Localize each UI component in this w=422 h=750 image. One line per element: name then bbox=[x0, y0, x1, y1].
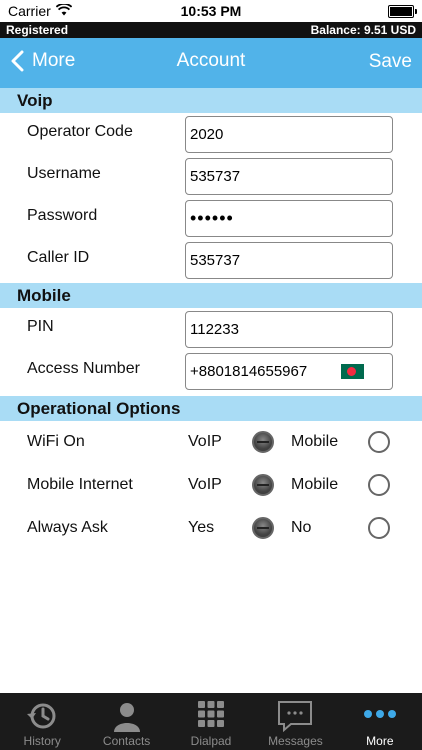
tab-history[interactable]: History bbox=[0, 693, 84, 750]
navigation-bar: More Account Save bbox=[0, 38, 422, 88]
pin-input[interactable]: 112233 bbox=[185, 311, 393, 348]
section-header-voip: Voip bbox=[0, 88, 422, 113]
back-button[interactable]: More bbox=[10, 50, 75, 72]
status-time: 10:53 PM bbox=[180, 3, 242, 19]
radio-button[interactable] bbox=[368, 474, 390, 496]
caller-id-label: Caller ID bbox=[27, 249, 90, 266]
tab-label: Contacts bbox=[102, 734, 151, 748]
option-label: Always Ask bbox=[27, 519, 108, 536]
username-label: Username bbox=[27, 165, 101, 182]
option-label: WiFi On bbox=[27, 433, 85, 450]
registration-bar: Registered Balance: 9.51 USD bbox=[0, 22, 422, 38]
back-label: More bbox=[32, 50, 76, 71]
access-number-input[interactable]: +8801814655967 bbox=[185, 353, 393, 390]
radio-button-selected[interactable] bbox=[252, 474, 274, 496]
chevron-left-icon bbox=[11, 50, 24, 72]
access-number-value: +8801814655967 bbox=[190, 363, 308, 380]
operator-code-input[interactable]: 2020 bbox=[185, 116, 393, 153]
radio-button-selected[interactable] bbox=[252, 431, 274, 453]
status-bar: Carrier 10:53 PM bbox=[0, 0, 422, 22]
radio-button[interactable] bbox=[368, 431, 390, 453]
tab-more[interactable]: More bbox=[338, 693, 422, 750]
tab-bar: History Contacts Dialpad Messages More bbox=[0, 693, 422, 750]
tab-label: Dialpad bbox=[190, 734, 232, 748]
password-row: Password •••••• bbox=[0, 197, 422, 239]
tab-label: History bbox=[23, 734, 61, 748]
tab-messages[interactable]: Messages bbox=[253, 693, 337, 750]
access-number-row: Access Number +8801814655967 bbox=[0, 350, 422, 392]
tab-label: Messages bbox=[268, 734, 323, 748]
option-choice-1-label: VoIP bbox=[188, 476, 222, 493]
pin-row: PIN 112233 bbox=[0, 308, 422, 350]
bangladesh-flag-icon[interactable] bbox=[341, 364, 364, 379]
operator-code-row: Operator Code 2020 bbox=[0, 113, 422, 155]
option-row-always-ask: Always Ask Yes No bbox=[0, 507, 422, 550]
option-choice-1-label: VoIP bbox=[188, 433, 222, 450]
username-row: Username 535737 bbox=[0, 155, 422, 197]
caller-id-input[interactable]: 535737 bbox=[185, 242, 393, 279]
access-number-label: Access Number bbox=[27, 360, 140, 377]
history-icon bbox=[27, 703, 56, 729]
operator-code-label: Operator Code bbox=[27, 123, 133, 140]
section-header-mobile: Mobile bbox=[0, 283, 422, 308]
balance-label: Balance: 9.51 USD bbox=[310, 23, 416, 37]
registration-status: Registered bbox=[6, 23, 69, 37]
password-input[interactable]: •••••• bbox=[185, 200, 393, 237]
password-label: Password bbox=[27, 207, 98, 224]
dialpad-icon bbox=[198, 701, 225, 727]
username-input[interactable]: 535737 bbox=[185, 158, 393, 195]
messages-icon bbox=[278, 701, 313, 732]
option-row-mobile-internet: Mobile Internet VoIP Mobile bbox=[0, 464, 422, 507]
pin-label: PIN bbox=[27, 318, 54, 335]
option-choice-1-label: Yes bbox=[188, 519, 215, 536]
tab-contacts[interactable]: Contacts bbox=[84, 693, 168, 750]
save-button[interactable]: Save bbox=[369, 51, 412, 73]
option-label: Mobile Internet bbox=[27, 476, 133, 493]
tab-label: More bbox=[366, 734, 394, 748]
battery-icon bbox=[388, 5, 417, 18]
option-choice-2-label: Mobile bbox=[291, 433, 339, 450]
tab-dialpad[interactable]: Dialpad bbox=[169, 693, 253, 750]
radio-button-selected[interactable] bbox=[252, 517, 274, 539]
option-choice-2-label: No bbox=[291, 519, 312, 536]
caller-id-row: Caller ID 535737 bbox=[0, 239, 422, 281]
radio-button[interactable] bbox=[368, 517, 390, 539]
option-row-wifi: WiFi On VoIP Mobile bbox=[0, 421, 422, 464]
section-header-options: Operational Options bbox=[0, 396, 422, 421]
option-choice-2-label: Mobile bbox=[291, 476, 339, 493]
more-icon bbox=[363, 710, 396, 718]
contacts-icon bbox=[113, 703, 140, 732]
